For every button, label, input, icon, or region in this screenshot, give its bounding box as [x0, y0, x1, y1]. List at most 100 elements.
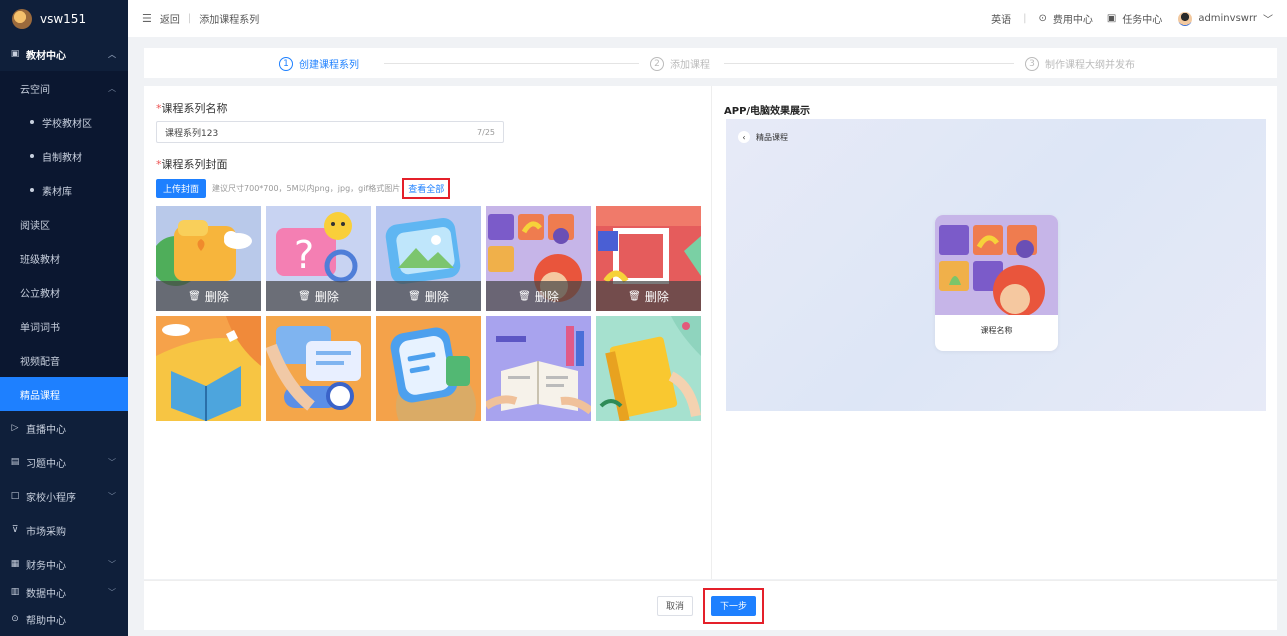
- sidebar-item-label: 班级教材: [20, 254, 60, 266]
- cover-thumbnail[interactable]: [486, 316, 591, 421]
- sidebar-item-textbook-center[interactable]: ▣ 教材中心 ︿: [0, 37, 128, 71]
- sidebar-item-exercise-center[interactable]: ▤ 习题中心 ﹀: [0, 445, 128, 479]
- svg-text:?: ?: [294, 233, 314, 277]
- delete-overlay[interactable]: 🗑 删除: [156, 281, 261, 311]
- delete-overlay[interactable]: 🗑 删除: [486, 281, 591, 311]
- preview-course-card: 课程名称: [935, 215, 1058, 351]
- step-connector: [724, 63, 1014, 64]
- brand-logo-icon: [12, 8, 32, 29]
- chevron-down-icon: ﹀: [108, 587, 116, 597]
- cover-thumbnail[interactable]: [266, 316, 371, 421]
- chevron-up-icon: ︿: [108, 83, 116, 93]
- sidebar-item-word-book[interactable]: 单词词书: [0, 309, 128, 343]
- avatar[interactable]: [1178, 11, 1193, 26]
- back-arrow-icon: ‹: [738, 131, 750, 143]
- trash-icon: 🗑: [298, 290, 311, 302]
- help-icon: ⊙: [11, 614, 19, 624]
- preview-panel: APP/电脑效果展示 ‹ 精品课程 课程名称: [711, 86, 1277, 579]
- cover-thumbnail[interactable]: [596, 316, 701, 421]
- action-bar: 取消 下一步: [144, 580, 1277, 630]
- sidebar: vsw151 ▣ 教材中心 ︿ 云空间 ︿ 学校教材区 自制教材 素材库 阅读区…: [0, 0, 128, 636]
- sidebar-item-market[interactable]: ⊽ 市场采购: [0, 513, 128, 547]
- chevron-down-icon: ﹀: [108, 457, 116, 467]
- cover-thumbnail[interactable]: [156, 316, 261, 421]
- sidebar-item-material-library[interactable]: 素材库: [0, 173, 128, 207]
- trash-icon: 🗑: [408, 290, 421, 302]
- cover-thumbnail[interactable]: 🗑 删除: [156, 206, 261, 311]
- sidebar-item-reading[interactable]: 阅读区: [0, 207, 128, 241]
- step-number: 2: [650, 56, 664, 71]
- sidebar-item-label: 视频配音: [20, 356, 60, 368]
- sidebar-item-public-textbook[interactable]: 公立教材: [0, 275, 128, 309]
- sidebar-item-video-dubbing[interactable]: 视频配音: [0, 343, 128, 377]
- sidebar-item-label: 教材中心: [26, 50, 66, 62]
- preview-title: APP/电脑效果展示: [724, 106, 811, 117]
- finance-icon: ▦: [10, 559, 20, 569]
- data-icon: ▥: [10, 587, 20, 597]
- delete-label: 删除: [424, 289, 449, 304]
- sidebar-item-label: 帮助中心: [26, 615, 66, 627]
- char-count: 7/25: [477, 127, 495, 137]
- menu-toggle-icon[interactable]: ☰: [142, 12, 152, 25]
- cover-image: [266, 316, 371, 421]
- delete-label: 删除: [644, 289, 669, 304]
- sidebar-item-class-textbook[interactable]: 班级教材: [0, 241, 128, 275]
- delete-label: 删除: [314, 289, 339, 304]
- cancel-button[interactable]: 取消: [656, 595, 693, 616]
- sidebar-item-school-textbook[interactable]: 学校教材区: [0, 105, 128, 139]
- back-link[interactable]: 返回: [160, 11, 180, 26]
- course-cover-label: *课程系列封面: [156, 156, 228, 172]
- sidebar-item-custom-textbook[interactable]: 自制教材: [0, 139, 128, 173]
- sidebar-item-label: 单词词书: [20, 322, 60, 334]
- sidebar-item-finance[interactable]: ▦ 财务中心 ﹀: [0, 547, 128, 581]
- task-center-link[interactable]: 任务中心: [1122, 11, 1162, 26]
- step-number: 3: [1025, 56, 1039, 71]
- cover-thumbnail[interactable]: 🗑 删除: [376, 206, 481, 311]
- brand[interactable]: vsw151: [0, 0, 128, 37]
- cover-thumbnail[interactable]: [376, 316, 481, 421]
- cover-thumbnail[interactable]: 🗑 删除: [596, 206, 701, 311]
- fee-icon: ⊙: [1038, 13, 1047, 24]
- label-text: 课程系列名称: [161, 102, 228, 115]
- step-2: 2 添加课程: [650, 56, 710, 71]
- upload-cover-button[interactable]: 上传封面: [156, 179, 207, 198]
- preview-course-name: 课程名称: [980, 326, 1013, 335]
- chevron-down-icon[interactable]: ﹀: [1263, 11, 1273, 26]
- live-icon: ▷: [11, 423, 19, 433]
- sidebar-item-label: 云空间: [20, 84, 50, 96]
- step-1: 1 创建课程系列: [279, 56, 359, 71]
- delete-overlay[interactable]: 🗑 删除: [596, 281, 701, 311]
- cover-image: [376, 316, 481, 421]
- sidebar-item-premium-course[interactable]: 精品课程: [0, 377, 128, 411]
- step-connector: [384, 63, 639, 64]
- sidebar-item-help[interactable]: ⊙ 帮助中心: [0, 602, 128, 636]
- next-button-highlight: 下一步: [703, 587, 765, 624]
- next-step-button[interactable]: 下一步: [711, 595, 757, 616]
- username[interactable]: adminvswrr: [1198, 13, 1257, 24]
- cover-thumbnail[interactable]: ? 🗑 删除: [266, 206, 371, 311]
- sidebar-submenu: 云空间 ︿ 学校教材区 自制教材 素材库 阅读区 班级教材 公立教材 单词词书 …: [0, 71, 128, 411]
- preview-area: ‹ 精品课程 课程名称: [726, 119, 1266, 411]
- task-icon: ▣: [1106, 13, 1117, 24]
- topbar-right: 英语 | ⊙ 费用中心 ▣ 任务中心 adminvswrr ﹀: [991, 11, 1273, 26]
- upload-row: 上传封面 建议尺寸700*700，5M以内png，jpg，gif格式图片 查看全…: [156, 178, 451, 199]
- course-name-label: *课程系列名称: [156, 100, 228, 116]
- chevron-down-icon: ﹀: [108, 491, 116, 501]
- course-name-field[interactable]: 7/25: [156, 121, 504, 143]
- language-selector[interactable]: 英语: [991, 11, 1011, 26]
- sidebar-item-live-center[interactable]: ▷ 直播中心: [0, 411, 128, 445]
- sidebar-item-label: 市场采购: [26, 526, 66, 538]
- delete-overlay[interactable]: 🗑 删除: [376, 281, 481, 311]
- cover-thumbnail[interactable]: 🗑 删除: [486, 206, 591, 311]
- step-label: 制作课程大纲并发布: [1045, 60, 1135, 71]
- course-name-input[interactable]: [165, 127, 478, 137]
- view-all-link[interactable]: 查看全部: [402, 178, 451, 199]
- trash-icon: 🗑: [188, 290, 201, 302]
- sidebar-item-label: 直播中心: [26, 424, 66, 436]
- delete-overlay[interactable]: 🗑 删除: [266, 281, 371, 311]
- sidebar-item-miniapp[interactable]: □ 家校小程序 ﹀: [0, 479, 128, 513]
- sidebar-item-cloud-space[interactable]: 云空间 ︿: [0, 71, 128, 105]
- fee-center-link[interactable]: 费用中心: [1053, 11, 1093, 26]
- book-icon: ▣: [10, 49, 20, 59]
- sidebar-item-data-center[interactable]: ▥ 数据中心 ﹀: [0, 581, 128, 603]
